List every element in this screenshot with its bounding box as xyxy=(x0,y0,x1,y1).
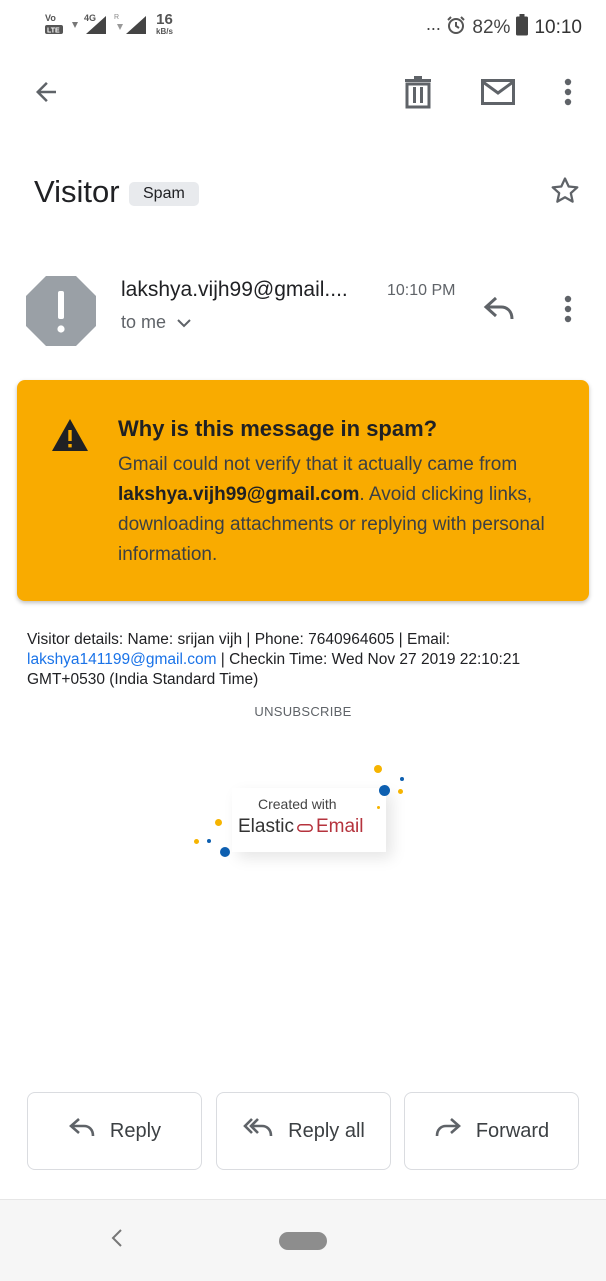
volte-icon: Vo LTE xyxy=(44,12,66,36)
logo-dot xyxy=(194,839,199,844)
logo-dot xyxy=(207,839,211,843)
link-chain-icon xyxy=(297,816,313,838)
home-pill-button[interactable] xyxy=(279,1232,327,1250)
logo-dot xyxy=(215,819,222,826)
sender-email[interactable]: lakshya.vijh99@gmail.... xyxy=(121,278,348,302)
svg-text:R: R xyxy=(114,14,119,21)
signal-4g-icon: 4G xyxy=(72,12,108,36)
network-speed: 16 kB/s xyxy=(156,12,173,36)
spam-warning-text: Gmail could not verify that it actually … xyxy=(118,450,568,570)
svg-text:LTE: LTE xyxy=(47,28,60,35)
message-more-button[interactable] xyxy=(546,288,590,334)
spam-label-badge[interactable]: Spam xyxy=(129,182,199,206)
mail-icon xyxy=(481,78,515,110)
logo-dot xyxy=(379,785,390,796)
svg-text:4G: 4G xyxy=(84,13,96,23)
spam-warning-prefix: Gmail could not verify that it actually … xyxy=(118,454,518,475)
network-speed-value: 16 xyxy=(156,11,173,28)
more-vert-icon xyxy=(564,295,572,328)
status-right: ··· 82% 10:10 xyxy=(425,14,582,42)
system-navigation-bar xyxy=(0,1199,606,1281)
unsubscribe-link[interactable]: UNSUBSCRIBE xyxy=(0,704,606,719)
logo-brand-part1: Elastic xyxy=(238,816,294,837)
sender-avatar xyxy=(26,276,96,346)
logo-dot xyxy=(400,777,404,781)
forward-icon xyxy=(434,1117,462,1145)
more-options-button[interactable] xyxy=(546,70,590,118)
reply-button-label: Reply xyxy=(109,1119,162,1142)
logo-created-with: Created with xyxy=(258,796,337,812)
star-outline-icon xyxy=(548,174,582,213)
visitor-details-text: Visitor details: Name: srijan vijh | Pho… xyxy=(27,630,587,690)
reply-icon xyxy=(483,296,515,327)
mark-unread-button[interactable] xyxy=(474,70,522,118)
reply-button[interactable]: Reply xyxy=(27,1092,202,1170)
recipient-details-toggle[interactable]: to me xyxy=(121,312,192,333)
logo-brand-name: Elastic Email xyxy=(238,816,363,838)
more-notifications-icon: ··· xyxy=(425,17,441,38)
star-button[interactable] xyxy=(542,170,588,216)
reply-all-icon xyxy=(242,1117,274,1145)
chevron-down-icon xyxy=(176,312,192,333)
back-button[interactable] xyxy=(22,70,70,118)
warning-triangle-icon xyxy=(51,418,89,457)
logo-dot xyxy=(377,806,380,809)
trash-icon xyxy=(403,75,433,114)
arrow-left-icon xyxy=(31,77,61,112)
spam-warning-card: Why is this message in spam? Gmail could… xyxy=(17,380,589,601)
delete-button[interactable] xyxy=(394,70,442,118)
battery-icon xyxy=(516,14,529,42)
signal-2-icon: R xyxy=(114,12,148,36)
email-subject: Visitor xyxy=(34,174,120,209)
reply-icon-button[interactable] xyxy=(476,288,522,334)
message-time: 10:10 PM xyxy=(387,282,456,299)
chevron-left-icon xyxy=(111,1228,123,1253)
logo-dot xyxy=(374,765,382,773)
alarm-icon xyxy=(446,15,466,41)
clock: 10:10 xyxy=(534,17,582,38)
logo-dot xyxy=(398,789,403,794)
details-prefix: Visitor details: Name: srijan vijh | Pho… xyxy=(27,631,451,648)
elastic-email-logo[interactable]: Created with Elastic Email xyxy=(190,760,420,860)
reply-icon xyxy=(68,1117,96,1145)
system-back-button[interactable] xyxy=(100,1222,134,1258)
svg-text:Vo: Vo xyxy=(45,13,56,23)
reply-all-button[interactable]: Reply all xyxy=(216,1092,391,1170)
battery-level: 82% xyxy=(472,17,511,38)
recipient-label: to me xyxy=(121,312,167,332)
spam-warning-title: Why is this message in spam? xyxy=(118,416,438,441)
status-left: Vo LTE 4G R 16 kB/s xyxy=(44,12,173,36)
email-link[interactable]: lakshya141199@gmail.com xyxy=(27,651,217,668)
forward-button[interactable]: Forward xyxy=(404,1092,579,1170)
warning-octagon-icon xyxy=(26,276,96,346)
spam-warning-email: lakshya.vijh99@gmail.com xyxy=(118,484,360,505)
reply-all-button-label: Reply all xyxy=(288,1119,365,1142)
network-speed-unit: kB/s xyxy=(156,27,173,36)
more-vert-icon xyxy=(564,78,572,111)
logo-brand-part2: Email xyxy=(315,816,364,837)
forward-button-label: Forward xyxy=(475,1119,550,1142)
status-bar: Vo LTE 4G R 16 kB/s ··· 82% 10:10 xyxy=(0,0,606,52)
logo-dot xyxy=(220,847,230,857)
